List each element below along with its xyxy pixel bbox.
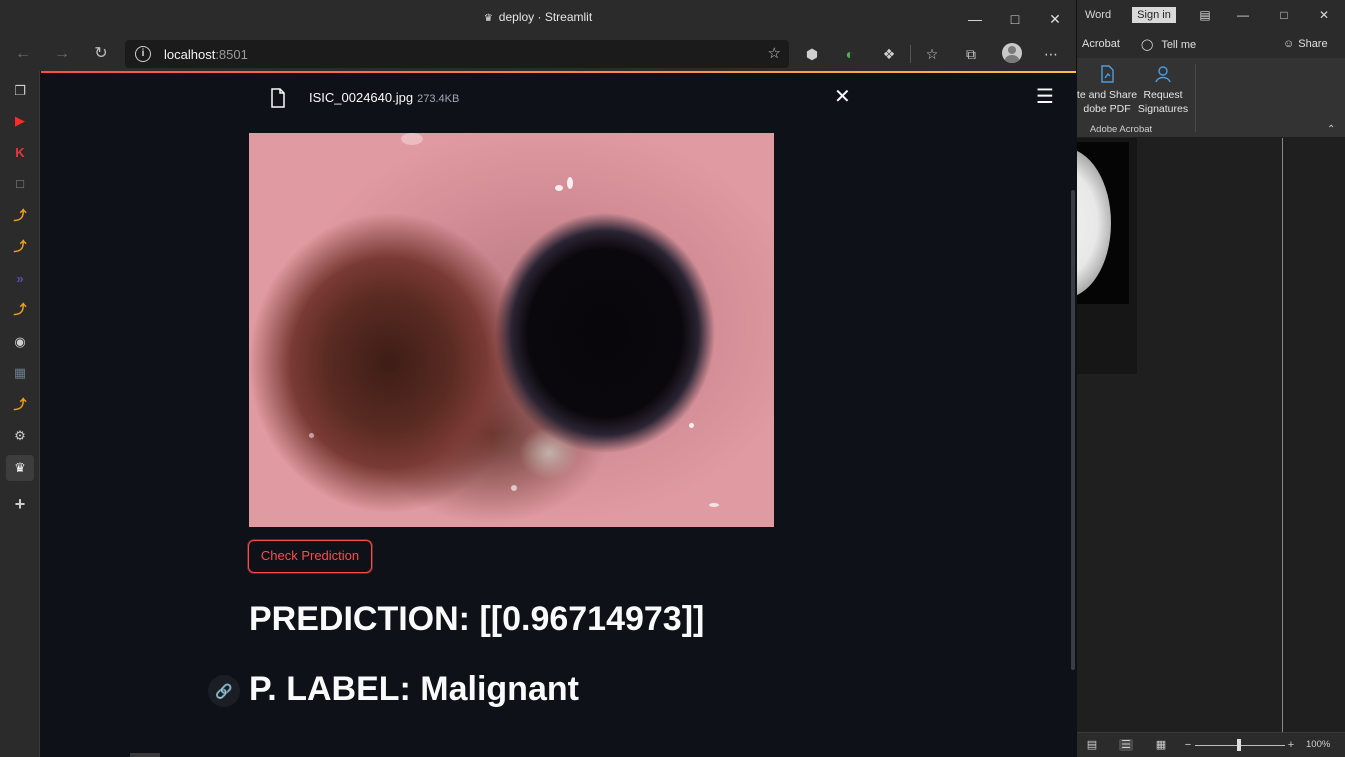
app-arrow-icon[interactable]: ⤴ xyxy=(10,300,30,320)
app-arrow-icon[interactable]: ⤴ xyxy=(10,206,30,226)
word-maximize-icon[interactable]: □ xyxy=(1274,6,1294,24)
extensions-puzzle-icon[interactable]: ❖ xyxy=(878,44,900,64)
youtube-icon[interactable]: ▶ xyxy=(10,111,30,131)
extension-color-icon[interactable]: ◐ xyxy=(839,44,861,64)
minimize-icon[interactable]: — xyxy=(955,6,995,32)
toolbar-divider xyxy=(910,45,911,63)
word-close-icon[interactable]: ✕ xyxy=(1314,6,1334,24)
chevron-app-icon[interactable]: » xyxy=(10,269,30,289)
document-icon[interactable]: □ xyxy=(10,174,30,194)
read-mode-icon[interactable]: ▤ xyxy=(1085,739,1099,751)
sign-in-button[interactable]: Sign in xyxy=(1132,7,1176,23)
main-menu-icon[interactable]: ☰ xyxy=(1036,86,1054,108)
streamlit-crown-icon[interactable]: ♛ xyxy=(6,455,34,481)
word-window: Word Sign in ▤ — □ ✕ Acrobat ◯ Tell me ☺ S… xyxy=(1076,0,1345,757)
uploaded-file-name: ISIC_0024640.jpg 273.4KB xyxy=(309,90,460,105)
title-bar: ♛ deploy · Streamlit — □ ✕ xyxy=(0,0,1076,37)
word-title-bar: Word Sign in ▤ — □ ✕ xyxy=(1077,0,1345,30)
tell-me-search[interactable]: ◯ Tell me xyxy=(1141,38,1196,51)
profile-avatar[interactable] xyxy=(1002,43,1022,63)
word-ribbon: te and Share dobe PDF Request Signatures A… xyxy=(1077,58,1345,138)
signature-icon xyxy=(1155,66,1171,83)
prediction-heading: PREDICTION: [[0.96714973]] xyxy=(249,600,705,638)
create-share-pdf-button[interactable]: te and Share dobe PDF xyxy=(1077,64,1139,116)
zoom-out-icon[interactable]: − xyxy=(1181,739,1195,751)
share-button[interactable]: ☺ Share xyxy=(1283,38,1328,50)
refresh-icon[interactable]: ↻ xyxy=(88,43,114,65)
file-size: 273.4KB xyxy=(417,93,460,105)
word-status-bar: ▤ ☰ ▦ − + 100% xyxy=(1077,732,1345,757)
extension-cube-icon[interactable]: ⬢ xyxy=(801,44,823,64)
back-icon[interactable]: ← xyxy=(10,43,36,65)
maximize-icon[interactable]: □ xyxy=(995,6,1035,32)
browser-window: ♛ deploy · Streamlit — □ ✕ ← → ↻ i localh… xyxy=(0,0,1076,757)
more-menu-icon[interactable]: ⋯ xyxy=(1040,44,1062,64)
collections-icon[interactable]: ⧉ xyxy=(960,44,982,64)
skin-lesion-image xyxy=(249,133,774,527)
github-icon[interactable]: ◉ xyxy=(10,332,30,352)
check-prediction-button[interactable]: Check Prediction xyxy=(248,540,372,573)
ribbon-separator xyxy=(1195,64,1196,132)
ribbon-display-icon[interactable]: ▤ xyxy=(1195,6,1215,24)
pdf-share-icon xyxy=(1101,65,1114,83)
word-document-area[interactable] xyxy=(1077,138,1345,732)
add-favorite-icon[interactable]: ☆ xyxy=(768,44,781,62)
bottom-handle xyxy=(130,753,160,757)
file-icon xyxy=(271,88,285,108)
add-icon[interactable]: + xyxy=(10,494,30,514)
window-title: ♛ deploy · Streamlit xyxy=(483,10,593,24)
settings-doc-icon[interactable]: ⚙ xyxy=(10,426,30,446)
url-text[interactable]: localhost:8501 xyxy=(164,47,248,62)
app-arrow-icon[interactable]: ⤴ xyxy=(10,237,30,257)
browser-toolbar: ← → ↻ i localhost:8501 ☆ ⬢ ◐ ❖ ☆ ⧉ ⋯ xyxy=(0,37,1076,71)
collapse-ribbon-icon[interactable]: ⌃ xyxy=(1327,124,1335,135)
grid-app-icon[interactable]: ▦ xyxy=(10,363,30,383)
remove-file-icon[interactable]: ✕ xyxy=(834,86,851,108)
zoom-slider-thumb[interactable] xyxy=(1237,739,1241,751)
k-app-icon[interactable]: K xyxy=(10,143,30,163)
word-minimize-icon[interactable]: — xyxy=(1233,6,1253,24)
site-info-icon[interactable]: i xyxy=(135,46,151,62)
close-window-icon[interactable]: ✕ xyxy=(1035,6,1075,32)
word-app-name: Word xyxy=(1085,9,1112,21)
ribbon-group-label: Adobe Acrobat xyxy=(1089,124,1153,135)
document-page xyxy=(1077,138,1137,374)
request-signatures-button[interactable]: Request Signatures xyxy=(1135,64,1191,116)
heading-link-icon[interactable]: 🔗 xyxy=(208,675,240,707)
address-bar[interactable]: i localhost:8501 ☆ xyxy=(125,40,789,68)
favorites-icon[interactable]: ☆ xyxy=(921,44,943,64)
tab-acrobat[interactable]: Acrobat xyxy=(1082,38,1120,50)
browser-sidebar: ❐ ▶ K □ ⤴ ⤴ » ⤴ ◉ ▦ ⤴ ⚙ ♛ + xyxy=(0,71,40,757)
web-layout-icon[interactable]: ▦ xyxy=(1154,739,1168,751)
zoom-in-icon[interactable]: + xyxy=(1284,739,1298,751)
embedded-image[interactable] xyxy=(1077,142,1129,304)
scrollbar[interactable] xyxy=(1071,190,1075,670)
label-heading: P. LABEL: Malignant xyxy=(249,670,579,708)
forward-icon[interactable]: → xyxy=(49,43,75,65)
print-layout-icon[interactable]: ☰ xyxy=(1119,739,1133,751)
app-arrow-icon[interactable]: ⤴ xyxy=(10,395,30,415)
zoom-level[interactable]: 100% xyxy=(1306,739,1330,750)
word-ribbon-tabs: Acrobat ◯ Tell me ☺ Share xyxy=(1077,30,1345,58)
lightbulb-icon: ◯ xyxy=(1141,39,1154,51)
tab-actions-icon[interactable]: ❐ xyxy=(10,81,30,101)
share-person-icon: ☺ xyxy=(1283,38,1295,50)
page-margin-line xyxy=(1282,138,1283,732)
streamlit-crown-icon: ♛ xyxy=(483,13,493,24)
